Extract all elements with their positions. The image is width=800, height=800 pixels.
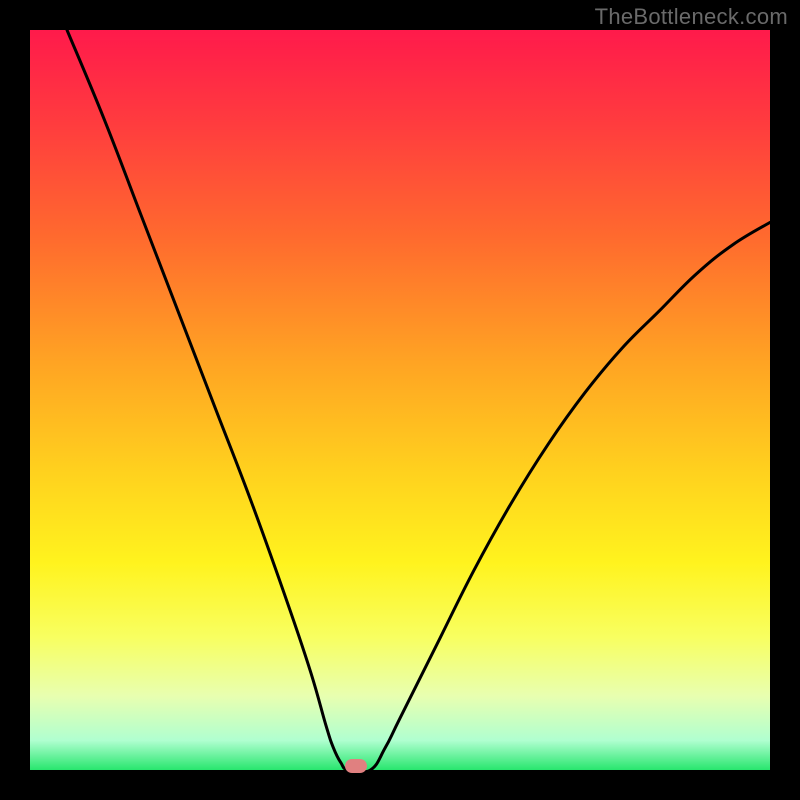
chart-frame: TheBottleneck.com xyxy=(0,0,800,800)
plot-svg xyxy=(30,30,770,770)
notch-marker xyxy=(345,759,367,773)
gradient-background xyxy=(30,30,770,770)
plot-area xyxy=(30,30,770,770)
watermark-text: TheBottleneck.com xyxy=(595,4,788,30)
